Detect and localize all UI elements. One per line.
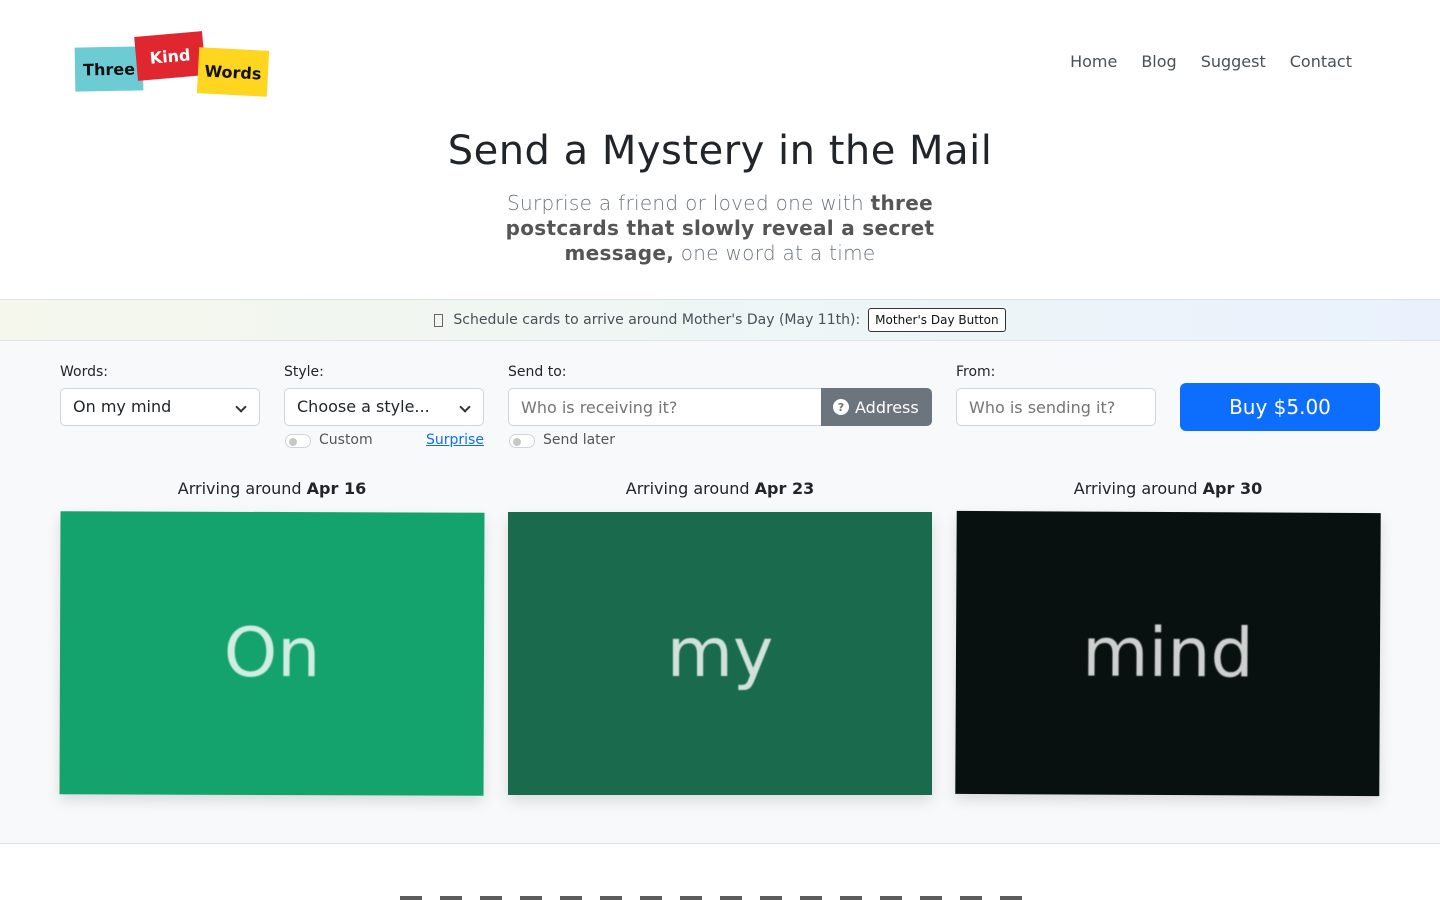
words-select[interactable]: On my mind	[60, 388, 260, 426]
mothers-day-button[interactable]: Mother's Day Button	[868, 308, 1006, 332]
nav-contact-link[interactable]: Contact	[1290, 52, 1352, 71]
arrival-date: Apr 23	[754, 479, 815, 498]
logo-tile-words: Words	[196, 47, 270, 97]
postcard-word: my	[666, 614, 774, 693]
logo-tile-three: Three	[74, 46, 144, 92]
style-select-value: Choose a style...	[297, 397, 430, 416]
postcard-2: my	[508, 512, 932, 795]
nav-home-link[interactable]: Home	[1070, 52, 1117, 71]
hero-subtitle: Surprise a friend or loved one with thre…	[500, 191, 940, 266]
arrival-date: Apr 16	[306, 479, 367, 498]
send-to-label: Send to:	[508, 364, 567, 380]
arrival-prefix: Arriving around	[625, 479, 755, 498]
postcard-1: On	[59, 511, 485, 796]
custom-toggle[interactable]	[285, 434, 311, 448]
question-icon: ?	[833, 399, 849, 415]
page-title: Send a Mystery in the Mail	[447, 128, 993, 174]
address-button[interactable]: ? Address	[821, 388, 932, 426]
sender-input[interactable]	[956, 388, 1156, 426]
next-section-heading-cut	[400, 886, 1040, 900]
recipient-input[interactable]	[508, 388, 824, 426]
surprise-link[interactable]: Surprise	[426, 432, 484, 448]
chevron-down-icon	[459, 401, 471, 413]
postcard-3: mind	[955, 510, 1381, 797]
arrival-date: Apr 30	[1202, 479, 1263, 498]
card-3-arrival: Arriving around Apr 30	[956, 479, 1380, 498]
card-2-arrival: Arriving around Apr 23	[508, 479, 932, 498]
arrival-prefix: Arriving around	[1073, 479, 1203, 498]
from-label: From:	[956, 364, 996, 380]
hero-subtitle-post: one word at a time	[674, 241, 876, 265]
banner-text: Schedule cards to arrive around Mother's…	[453, 312, 861, 328]
address-button-label: Address	[855, 397, 919, 417]
nav-suggest-link[interactable]: Suggest	[1201, 52, 1266, 71]
words-select-value: On my mind	[73, 397, 172, 416]
style-label: Style:	[284, 364, 324, 380]
send-later-label: Send later	[543, 432, 616, 448]
postcard-word: mind	[1082, 613, 1254, 694]
postcard-word: On	[223, 613, 321, 694]
nav-blog-link[interactable]: Blog	[1141, 52, 1176, 71]
buy-button[interactable]: Buy $5.00	[1180, 383, 1380, 431]
words-label: Words:	[60, 364, 108, 380]
mothers-day-banner: Schedule cards to arrive around Mother's…	[0, 299, 1440, 341]
arrival-prefix: Arriving around	[177, 479, 307, 498]
hero-subtitle-pre: Surprise a friend or loved one with	[507, 191, 871, 215]
main-nav: Home Blog Suggest Contact	[1070, 52, 1352, 71]
header: Three Kind Words Home Blog Suggest Conta…	[0, 0, 1440, 120]
chevron-down-icon	[235, 401, 247, 413]
order-section: Words: On my mind Style: Choose a style.…	[0, 341, 1440, 844]
card-1-arrival: Arriving around Apr 16	[60, 479, 484, 498]
send-later-toggle[interactable]	[509, 434, 535, 448]
style-select[interactable]: Choose a style...	[284, 388, 484, 426]
three-kind-words-logo[interactable]: Three Kind Words	[74, 30, 274, 100]
logo-tile-kind: Kind	[134, 31, 206, 81]
gift-icon	[434, 313, 444, 327]
custom-toggle-label: Custom	[319, 432, 373, 448]
